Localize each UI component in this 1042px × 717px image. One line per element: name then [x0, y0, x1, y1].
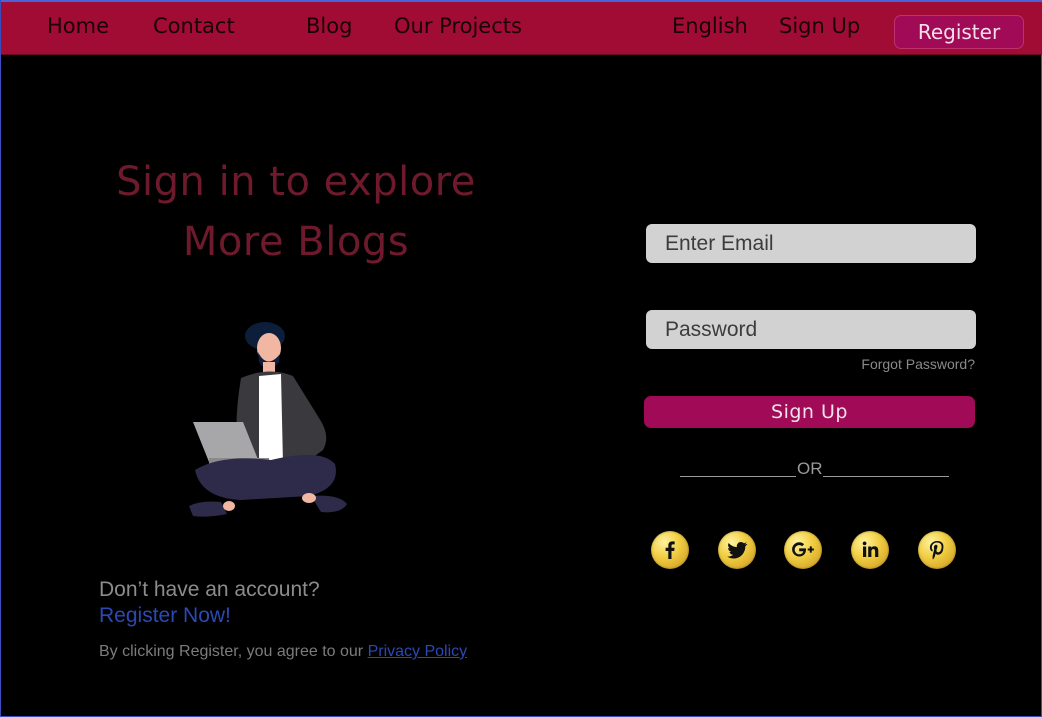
facebook-icon	[665, 541, 675, 559]
headline-line-2: More Blogs	[182, 219, 410, 265]
terms-agreement-text: By clicking Register, you agree to our P…	[99, 643, 467, 661]
linkedin-login-button[interactable]	[851, 531, 889, 569]
or-divider-left	[680, 476, 796, 477]
or-divider-right	[823, 476, 949, 477]
nav-blog-link[interactable]: Blog	[306, 14, 352, 38]
pinterest-icon	[929, 541, 944, 560]
facebook-login-button[interactable]	[651, 531, 689, 569]
password-input[interactable]	[646, 310, 976, 349]
person-laptop-illustration	[189, 322, 347, 517]
twitter-icon	[727, 542, 748, 559]
nav-projects-link[interactable]: Our Projects	[394, 14, 522, 38]
headline-line-1: Sign in to explore	[116, 159, 476, 205]
nav-contact-link[interactable]: Contact	[153, 14, 235, 38]
pinterest-login-button[interactable]	[918, 531, 956, 569]
page: Home Contact Blog Our Projects English S…	[0, 0, 1042, 717]
forgot-password-link[interactable]: Forgot Password?	[821, 356, 975, 372]
nav-register-button[interactable]: Register	[894, 15, 1024, 49]
google-plus-icon	[792, 542, 814, 557]
terms-prefix: By clicking Register, you agree to our	[99, 643, 368, 660]
google-plus-login-button[interactable]	[784, 531, 822, 569]
privacy-policy-link[interactable]: Privacy Policy	[368, 643, 468, 660]
no-account-text: Don’t have an account?	[99, 578, 320, 601]
email-input[interactable]	[646, 224, 976, 263]
nav-home-link[interactable]: Home	[47, 14, 109, 38]
language-selector[interactable]: English	[672, 14, 748, 38]
or-divider-text: OR	[797, 459, 823, 478]
nav-signup-link[interactable]: Sign Up	[779, 14, 860, 38]
linkedin-icon	[862, 541, 879, 557]
top-navbar: Home Contact Blog Our Projects English S…	[1, 0, 1042, 55]
signup-button[interactable]: Sign Up	[644, 396, 975, 428]
page-headline: Sign in to explore More Blogs	[51, 152, 541, 272]
twitter-login-button[interactable]	[718, 531, 756, 569]
register-now-link[interactable]: Register Now!	[99, 604, 231, 628]
